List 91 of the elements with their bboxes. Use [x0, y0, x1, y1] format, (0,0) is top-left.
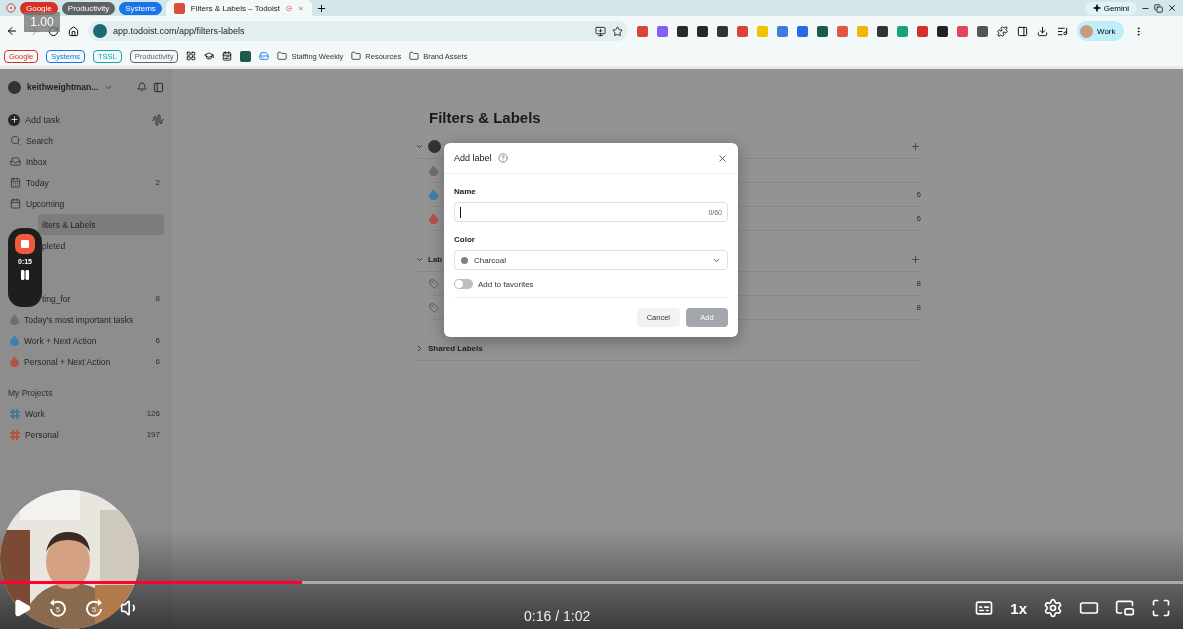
filter-item[interactable]: Work + Next Action 6: [8, 330, 164, 351]
dialog-title: Add label: [454, 153, 492, 163]
toggle-label: Add to favorites: [478, 279, 534, 289]
extension-icon[interactable]: [717, 25, 728, 37]
page-title: Filters & Labels: [429, 109, 542, 126]
pause-icon[interactable]: [19, 269, 31, 281]
add-icon[interactable]: [910, 253, 921, 265]
sidebar-item[interactable]: Upcoming: [8, 193, 164, 214]
restore-icon[interactable]: [1154, 3, 1163, 13]
home-icon[interactable]: [68, 25, 79, 37]
folder-icon: [409, 51, 420, 61]
captions-icon[interactable]: [974, 598, 995, 618]
install-icon[interactable]: [595, 25, 606, 37]
settings-icon[interactable]: [1043, 598, 1063, 618]
miniplayer-icon[interactable]: [1115, 598, 1135, 618]
account-name[interactable]: keithweightman...: [27, 82, 99, 92]
count: 8: [916, 279, 921, 288]
field-label: Color: [454, 235, 476, 244]
speed-toast: 1.00: [24, 12, 60, 32]
close-icon[interactable]: [1167, 3, 1177, 13]
section-heading[interactable]: Lab: [428, 254, 443, 264]
profile-button[interactable]: Work: [1077, 21, 1124, 41]
media-icon[interactable]: [1057, 25, 1068, 37]
address-bar[interactable]: app.todoist.com/app/filters-labels: [88, 21, 628, 41]
video-time: 0:16 / 1:02: [523, 608, 592, 624]
extensions-icon[interactable]: [997, 25, 1008, 37]
calendar-icon: [10, 198, 21, 209]
count: 6: [916, 190, 921, 199]
play-icon[interactable]: [12, 598, 32, 618]
close-icon[interactable]: [717, 152, 728, 164]
plus-icon: [8, 113, 20, 126]
folder-icon: [351, 51, 362, 61]
waveform-icon[interactable]: [152, 113, 164, 126]
site-icon: [93, 24, 107, 38]
search-icon: [10, 135, 21, 146]
section-heading: My Projects: [8, 386, 54, 400]
extension-icon[interactable]: [877, 25, 888, 37]
color-select[interactable]: Charcoal: [454, 250, 728, 270]
star-icon[interactable]: [612, 25, 623, 37]
tab-group-chip[interactable]: Productivity: [61, 1, 116, 15]
sidebar-toggle-icon[interactable]: [153, 81, 164, 93]
stop-button[interactable]: [15, 234, 35, 254]
add-task-button[interactable]: Add task: [8, 113, 146, 126]
extension-icon[interactable]: [677, 25, 688, 37]
avatar-icon[interactable]: [8, 80, 21, 94]
field-label: Name: [454, 187, 477, 196]
browser-tab[interactable]: Filters & Labels – Todoist: [165, 0, 312, 16]
calendar-icon[interactable]: [222, 51, 233, 61]
folder-icon: [277, 51, 288, 61]
extension-icon[interactable]: [977, 25, 988, 37]
favorites-toggle[interactable]: [454, 279, 473, 289]
add-icon[interactable]: [910, 140, 921, 152]
bell-icon[interactable]: [137, 82, 147, 92]
download-icon[interactable]: [1037, 25, 1048, 37]
tag-icon: [429, 302, 439, 313]
sidebar-item[interactable]: Inbox: [8, 151, 164, 172]
sidebar-item[interactable]: ilters & Labels: [38, 214, 164, 235]
drive-icon[interactable]: [259, 51, 270, 61]
extension-icon[interactable]: [817, 25, 828, 37]
tag-icon: [429, 278, 439, 289]
tab-group-chip[interactable]: Systems: [119, 1, 162, 15]
filter-item[interactable]: Today's most important tasks: [8, 309, 164, 330]
filter-item[interactable]: Personal + Next Action 6: [8, 351, 164, 372]
record-icon[interactable]: [6, 3, 16, 13]
speed-button[interactable]: 1x: [1010, 599, 1027, 617]
inbox-icon: [10, 156, 21, 167]
sidebar-item[interactable]: Today 2: [8, 172, 164, 193]
sidebar-item[interactable]: pleted: [38, 235, 164, 256]
avatar-icon: [428, 139, 441, 153]
count: 8: [916, 303, 921, 312]
side-panel-icon[interactable]: [1017, 25, 1028, 37]
bookmark-icon[interactable]: [240, 50, 252, 62]
chevron-icon[interactable]: [415, 343, 424, 353]
sidebar-item[interactable]: Search: [8, 130, 164, 151]
extension-icon[interactable]: [697, 25, 708, 37]
filter-item[interactable]: ting_for 8: [38, 288, 164, 309]
sparkle-icon: [1092, 4, 1101, 12]
todoist-icon: [173, 2, 185, 14]
project-item[interactable]: Work 126: [8, 403, 164, 424]
gemini-button[interactable]: Gemini: [1084, 1, 1137, 15]
count: 6: [916, 214, 921, 223]
extension-icon[interactable]: [937, 25, 948, 37]
calendar-icon: [10, 177, 21, 188]
fullscreen-icon[interactable]: [1151, 598, 1171, 618]
project-item[interactable]: Personal 197: [8, 424, 164, 445]
new-tab-icon[interactable]: [315, 2, 327, 14]
back-icon[interactable]: [6, 25, 18, 37]
record-icon: [286, 3, 292, 13]
section-heading[interactable]: Shared Labels: [428, 343, 483, 353]
progress-track[interactable]: [0, 581, 1183, 584]
apps-icon[interactable]: [186, 51, 197, 61]
